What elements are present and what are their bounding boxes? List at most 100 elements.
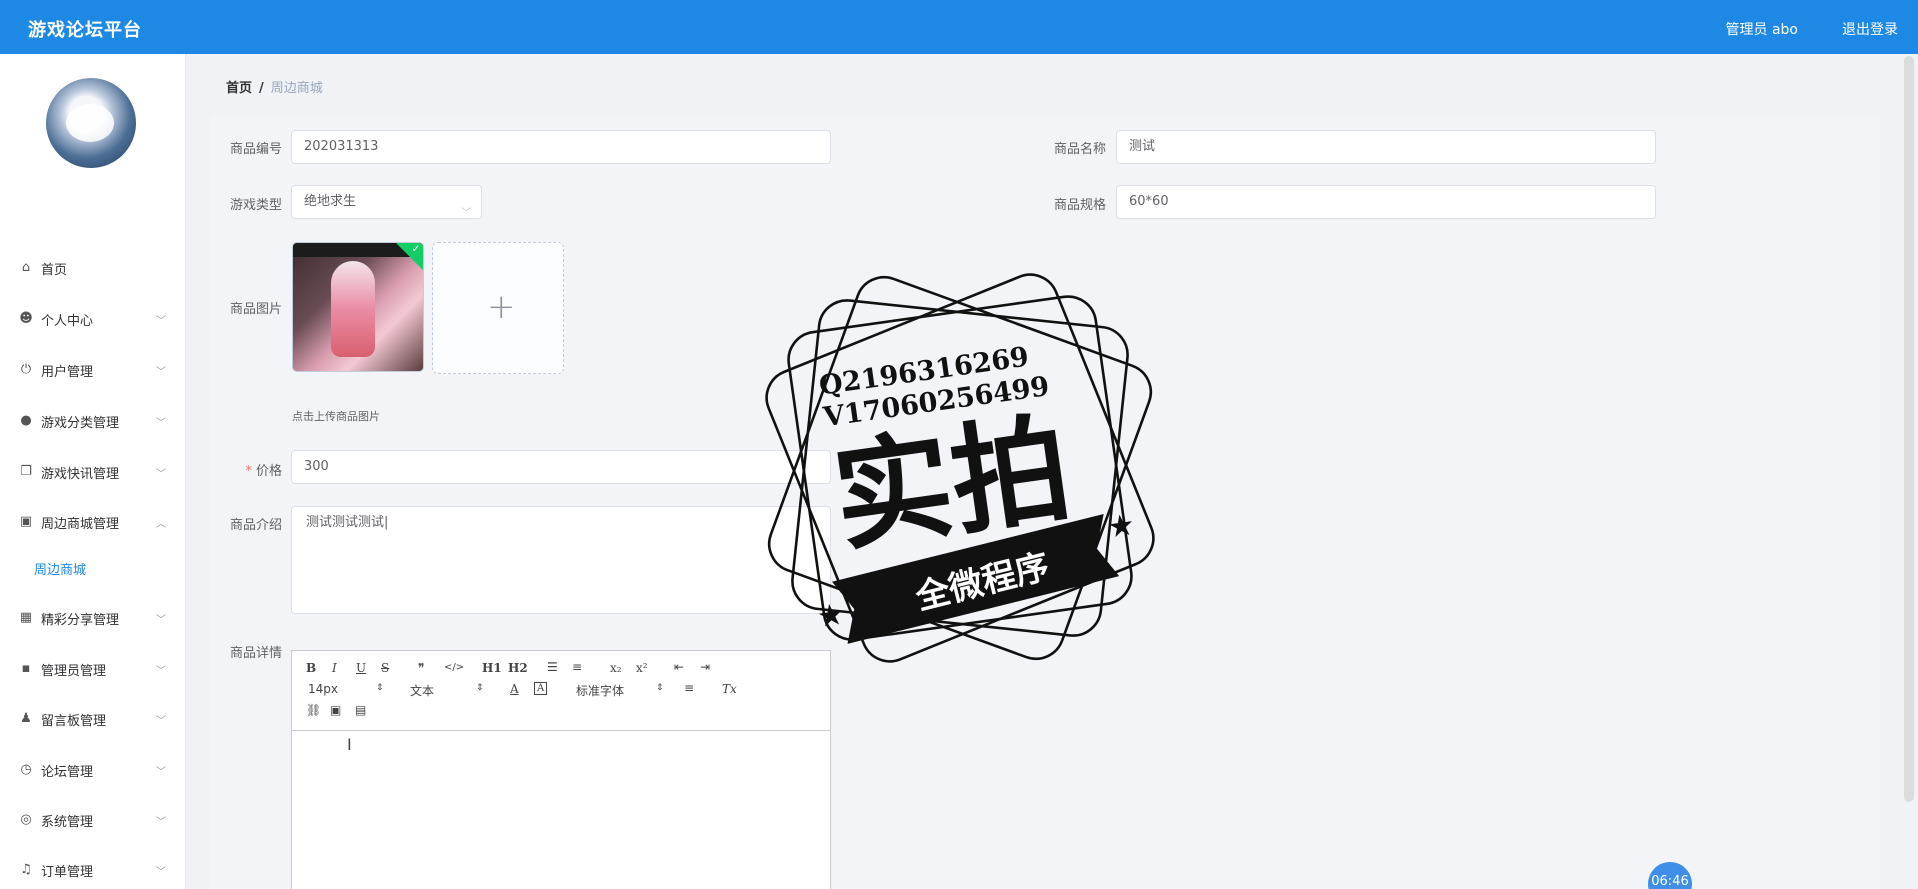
sidebar-item-label: 论坛管理 [41, 764, 94, 780]
admin-username: 管理员 abo [1725, 22, 1798, 38]
product-spec-label: 商品规格 [1053, 198, 1106, 213]
compass-icon: ◷ [20, 762, 32, 777]
align-button[interactable]: ≡ [684, 681, 694, 695]
check-icon: ✓ [411, 244, 420, 255]
sidebar-item-merch-store[interactable]: ▣ 周边商城管理 ︿ [0, 505, 186, 539]
underline-button[interactable]: U [356, 661, 366, 675]
bullet-list-button[interactable]: ≡ [572, 660, 582, 674]
outdent-button[interactable]: ⇤ [674, 660, 684, 674]
sidebar-subitem-label: 周边商城 [34, 563, 87, 578]
sidebar-item-game-news[interactable]: ❐ 游戏快讯管理 ﹀ [0, 455, 186, 489]
breadcrumb-current: 周边商城 [270, 81, 323, 96]
header-2-button[interactable]: H2 [508, 661, 528, 675]
clean-format-button[interactable]: Tx [722, 682, 737, 696]
sidebar-item-game-category[interactable]: ● 游戏分类管理 ﹀ [0, 404, 186, 438]
chevron-down-icon: ﹀ [156, 315, 166, 327]
power-icon: ⏻ [20, 362, 32, 377]
rich-text-editor[interactable]: B I U S ❞ </> H1 H2 ☰ ≡ x₂ x² ⇤ ⇥ 14px ⇕ … [291, 650, 831, 889]
link-button[interactable]: ⛓ [306, 703, 321, 717]
image-upload-button[interactable]: + [432, 242, 564, 374]
sidebar-item-admin-management[interactable]: ▪ 管理员管理 ﹀ [0, 652, 186, 686]
sidebar-item-label: 用户管理 [41, 364, 94, 380]
product-code-label: 商品编号 [229, 142, 282, 157]
blockquote-button[interactable]: ❞ [418, 661, 424, 675]
chevron-down-icon: ﹀ [156, 614, 166, 626]
indent-button[interactable]: ⇥ [700, 660, 710, 674]
product-image-label: 商品图片 [229, 302, 282, 317]
font-size-select[interactable]: 14px ⇕ [308, 682, 388, 698]
sidebar-item-label: 首页 [41, 262, 68, 278]
product-intro-label: 商品介绍 [229, 518, 282, 533]
sidebar-item-user-management[interactable]: ⏻ 用户管理 ﹀ [0, 353, 186, 387]
breadcrumb-separator: / [259, 81, 264, 96]
sidebar-item-label: 游戏分类管理 [41, 415, 120, 431]
sidebar-item-label: 精彩分享管理 [41, 612, 120, 628]
chevron-down-icon: ﹀ [461, 208, 471, 219]
header-select[interactable]: 文本 ⇕ [410, 682, 490, 698]
sidebar-item-forum[interactable]: ◷ 论坛管理 ﹀ [0, 753, 186, 787]
chevron-down-icon: ﹀ [156, 468, 166, 480]
figure-image [331, 261, 375, 357]
grid-icon: ▦ [19, 610, 33, 625]
sidebar-item-message-board[interactable]: ♟ 留言板管理 ﹀ [0, 702, 186, 736]
product-detail-label: 商品详情 [229, 646, 282, 661]
chat-icon: ▪ [21, 661, 31, 676]
updown-icon: ⇕ [656, 683, 664, 693]
game-type-label: 游戏类型 [229, 198, 282, 213]
font-color-button[interactable]: A [510, 682, 519, 696]
game-type-select[interactable]: 绝地求生 ﹀ [291, 185, 482, 219]
sidebar-item-label: 个人中心 [41, 313, 94, 329]
product-image-thumbnail[interactable]: ✓ [292, 242, 424, 372]
font-family-select[interactable]: 标准字体 ⇕ [576, 682, 666, 698]
ordered-list-button[interactable]: ☰ [547, 660, 558, 674]
chart-icon: ▣ [19, 514, 33, 529]
product-code-input[interactable]: 202031313 [291, 130, 831, 164]
chevron-down-icon: ﹀ [156, 665, 166, 677]
editor-toolbar: B I U S ❞ </> H1 H2 ☰ ≡ x₂ x² ⇤ ⇥ 14px ⇕ … [292, 651, 830, 731]
product-intro-textarea[interactable]: 测试测试测试| [291, 506, 831, 614]
price-input[interactable]: 300 [291, 450, 831, 484]
sidebar-item-label: 留言板管理 [41, 713, 107, 729]
sidebar-item-system[interactable]: ◎ 系统管理 ﹀ [0, 803, 186, 837]
italic-button[interactable]: I [332, 661, 337, 675]
strike-button[interactable]: S [381, 661, 389, 675]
chevron-down-icon: ﹀ [156, 366, 166, 378]
background-color-button[interactable]: A [534, 682, 548, 695]
header-1-button[interactable]: H1 [482, 661, 502, 675]
required-marker: * [245, 464, 252, 479]
bold-button[interactable]: B [306, 661, 316, 675]
superscript-button[interactable]: x² [636, 661, 648, 675]
chevron-down-icon: ﹀ [156, 417, 166, 429]
breadcrumb-home-link[interactable]: 首页 [226, 81, 252, 96]
home-icon: ⌂ [21, 260, 31, 275]
header-value: 文本 [410, 684, 435, 698]
chevron-down-icon: ﹀ [156, 866, 166, 878]
sidebar-item-personal-center[interactable]: ☻ 个人中心 ﹀ [0, 302, 186, 336]
bell-icon: ♫ [20, 862, 32, 877]
code-block-button[interactable]: </> [444, 662, 464, 673]
sidebar-item-share[interactable]: ▦ 精彩分享管理 ﹀ [0, 601, 186, 635]
target-icon: ◎ [20, 812, 32, 827]
avatar [46, 78, 136, 168]
updown-icon: ⇕ [376, 683, 384, 693]
chevron-down-icon: ﹀ [156, 816, 166, 828]
user-icon: ☻ [19, 311, 33, 326]
sidebar-item-label: 周边商城管理 [41, 516, 120, 532]
page-scrollbar[interactable] [1904, 56, 1914, 802]
app-title: 游戏论坛平台 [28, 20, 142, 41]
sidebar-subitem-merch[interactable]: 周边商城 [0, 553, 186, 583]
sidebar-item-home[interactable]: ⌂ 首页 [0, 251, 186, 285]
price-label-text: 价格 [255, 464, 282, 479]
copy-icon: ❐ [20, 464, 32, 479]
logout-button[interactable]: 退出登录 [1842, 19, 1898, 39]
product-spec-input[interactable]: 60*60 [1116, 185, 1656, 219]
updown-icon: ⇕ [476, 683, 484, 693]
subscript-button[interactable]: x₂ [610, 661, 622, 675]
sidebar: ⌂ 首页 ☻ 个人中心 ﹀ ⏻ 用户管理 ﹀ ● 游戏分类管理 ﹀ ❐ 游戏快讯… [0, 54, 186, 889]
price-label: * 价格 [212, 460, 282, 479]
product-name-input[interactable]: 测试 [1116, 130, 1656, 164]
sidebar-item-orders[interactable]: ♫ 订单管理 ﹀ [0, 853, 186, 887]
font-size-value: 14px [308, 682, 338, 696]
video-button[interactable]: ▤ [355, 703, 366, 717]
image-button[interactable]: ▣ [330, 703, 341, 717]
